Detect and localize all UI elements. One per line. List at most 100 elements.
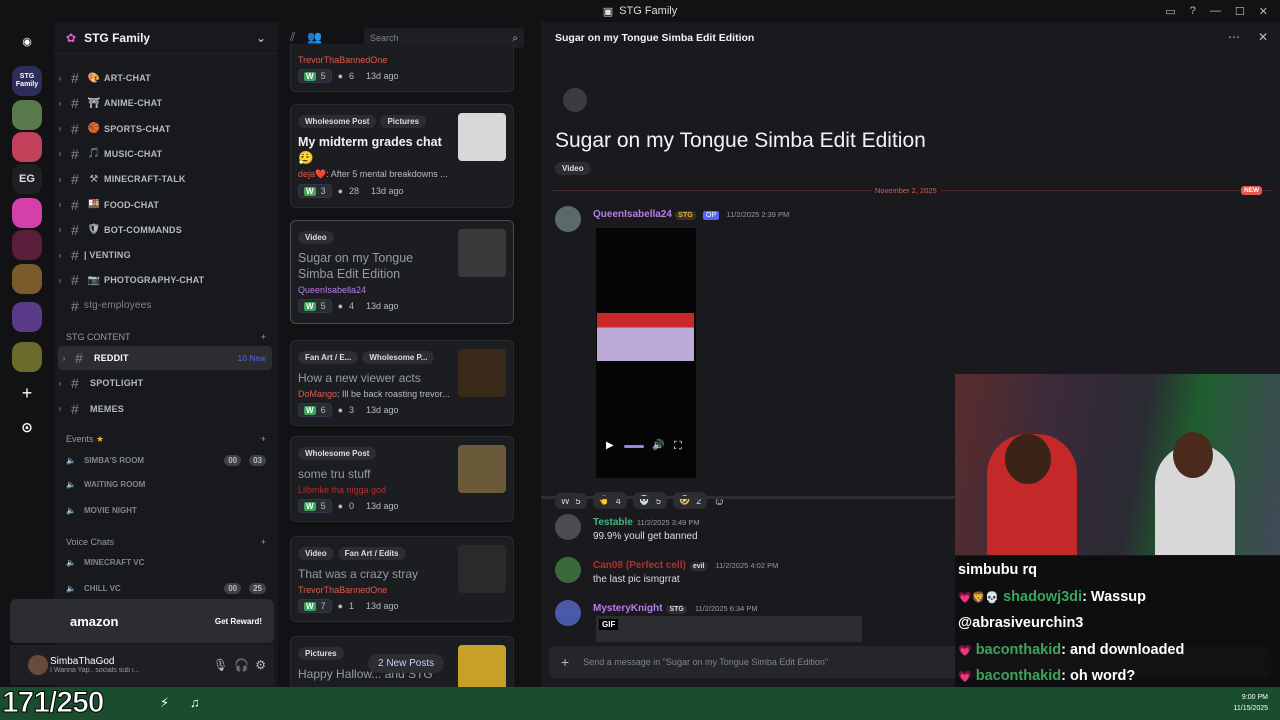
gear-icon[interactable]: ⚙ [255,658,266,672]
counter-overlay: 171/250 [1,686,104,720]
server-folder[interactable] [12,264,42,294]
add-channel-icon[interactable]: + [261,434,266,445]
channel-item[interactable]: › # ⛩ ANIME-CHAT [54,91,274,115]
op-username[interactable]: QueenIsabella24 [593,209,672,220]
reaction-chip[interactable]: 🤚 4 [592,492,627,509]
channel-item[interactable]: › # ⚒ MINECRAFT-TALK [54,167,274,191]
chevron-right-icon: › [58,149,62,159]
category-events[interactable]: Events ★ + [66,434,266,445]
forum-post[interactable]: Wholesome Post some tru stuff Lilbmke tha … [290,436,514,522]
forum-post[interactable]: Video Fan Art / Edits That was a crazy str… [290,536,514,622]
server-icon[interactable] [12,198,42,228]
volume-icon[interactable]: 🔊 [652,440,664,451]
avatar[interactable] [555,514,581,540]
composer-input[interactable]: Send a message in "Sugar on my Tongue Si… [583,657,828,667]
voice-channel-item[interactable]: 🔈 MINECRAFT VC [66,558,266,567]
new-posts-button[interactable]: 2 New Posts [368,654,445,673]
gif-preview[interactable]: GIF [596,616,862,642]
add-server-icon[interactable]: + [12,378,42,408]
more-options-icon[interactable]: ⋯ [1228,30,1240,44]
guild-header[interactable]: ✿ STG Family ⌄ [54,22,278,54]
avatar[interactable] [555,557,581,583]
server-stg-family[interactable]: STG Family [12,66,42,96]
channel-item[interactable]: › # REDDIT 10 New [58,346,272,370]
channel-item[interactable]: › # 🍱 FOOD-CHAT [54,193,274,217]
server-eg[interactable]: EG [12,164,42,194]
fullscreen-icon[interactable]: ⛶ [674,440,682,453]
spotify-icon[interactable]: ♫ [190,695,200,710]
reaction-chip[interactable]: W3 [298,184,332,198]
forum-post[interactable]: Video Sugar on my Tongue Simba Edit Editi… [290,220,514,324]
channel-emoji: 📷 [87,274,101,286]
thread-icon[interactable]: ⫽ [290,30,295,45]
reaction-bar: W 5 🤚 4 💀 5 🤣 2 ☺ [555,492,725,509]
channel-item[interactable]: › # MEMES [54,397,274,421]
post-thumbnail [458,229,506,277]
clock[interactable]: 9:00 PM 11/15/2025 [1233,692,1268,714]
close-button[interactable]: ✕ [1259,5,1268,18]
reaction-chip[interactable]: W7 [298,599,332,613]
category-stg-content[interactable]: STG CONTENT + [66,332,266,342]
channel-item[interactable]: › # 🛡 BOT-COMMANDS [54,218,274,242]
reaction-chip[interactable]: 🤣 2 [672,492,708,509]
server-icon[interactable] [12,100,42,130]
promo-banner[interactable]: amazon Get Reward! [10,599,274,643]
message-username[interactable]: MysteryKnight [593,603,662,614]
reaction-chip[interactable]: 💀 5 [632,492,667,509]
members-icon[interactable]: 👥 [307,30,322,45]
progress-bar[interactable] [624,445,644,448]
forum-post[interactable]: TrevorThaBannedOne W 5 ● 6 13d ago [290,44,514,92]
app-icon[interactable]: ⚡ [160,695,169,711]
add-channel-icon[interactable]: + [261,332,266,342]
minimize-button[interactable]: — [1210,5,1221,17]
thread-tag[interactable]: Video [555,160,595,175]
server-icon[interactable] [12,230,42,260]
promo-cta[interactable]: Get Reward! [215,617,262,626]
inbox-icon[interactable]: ▭ [1165,5,1175,18]
avatar[interactable] [28,655,48,675]
forum-post[interactable]: Fan Art / E... Wholesome P... How a new vi… [290,340,514,426]
forum-post[interactable]: Wholesome Post Pictures My midterm grades … [290,104,514,208]
message-username[interactable]: Testable [593,517,633,528]
discord-home-icon[interactable]: ◉ [12,26,42,56]
add-attachment-icon[interactable]: + [561,654,569,670]
server-folder[interactable] [12,342,42,372]
play-icon[interactable]: ▶ [606,440,614,451]
reaction-chip[interactable]: W5 [298,69,332,83]
post-thumbnail [458,645,506,693]
channel-item[interactable]: › # 🏀 SPORTS-CHAT [54,117,274,141]
reaction-chip[interactable]: W5 [298,299,332,313]
server-icon[interactable] [12,132,42,162]
reaction-chip[interactable]: W6 [298,403,332,417]
video-player[interactable]: ▶ 🔊 ⛶ [596,228,696,478]
post-tag: Video [298,231,334,244]
help-icon[interactable]: ? [1190,5,1196,17]
channel-item[interactable]: › # 🎵 MUSIC-CHAT [54,142,274,166]
avatar[interactable] [555,600,581,626]
channel-item[interactable]: › # SPOTLIGHT [54,371,274,395]
maximize-button[interactable]: ☐ [1235,5,1245,18]
scrollbar[interactable] [541,496,955,499]
category-voice-chats[interactable]: Voice Chats + [66,537,266,547]
voice-channel-item[interactable]: 🔈 WAITING ROOM [66,480,266,489]
channel-item[interactable]: # stg-employees [54,294,274,318]
voice-channel-item[interactable]: 🔈 CHILL VC 00 25 [66,583,266,595]
microphone-icon[interactable]: 🎙 [213,658,228,672]
voice-channel-item[interactable]: 🔈 MOVIE NIGHT [66,506,266,515]
chat-bubble-icon [563,88,587,112]
reaction-chip[interactable]: W5 [555,492,587,509]
discover-icon[interactable]: ⊙ [12,412,42,442]
chat-username: baconthakid [975,641,1062,658]
avatar[interactable] [555,206,581,232]
channel-item[interactable]: › # | VENTING [54,243,274,267]
voice-channel-item[interactable]: 🔈 SIMBA'S ROOM 00 03 [66,455,266,466]
server-folder[interactable] [12,302,42,332]
headset-icon[interactable]: 🎧 [234,658,249,672]
reaction-chip[interactable]: W5 [298,499,332,513]
message-username[interactable]: Can08 (Perfect cell) [593,560,686,571]
chevron-right-icon: › [62,353,66,363]
close-icon[interactable]: ✕ [1258,30,1268,44]
channel-item[interactable]: › # 📷 PHOTOGRAPHY-CHAT [54,268,274,292]
channel-item[interactable]: › # 🎨 ART-CHAT [54,66,274,90]
add-channel-icon[interactable]: + [261,537,266,547]
